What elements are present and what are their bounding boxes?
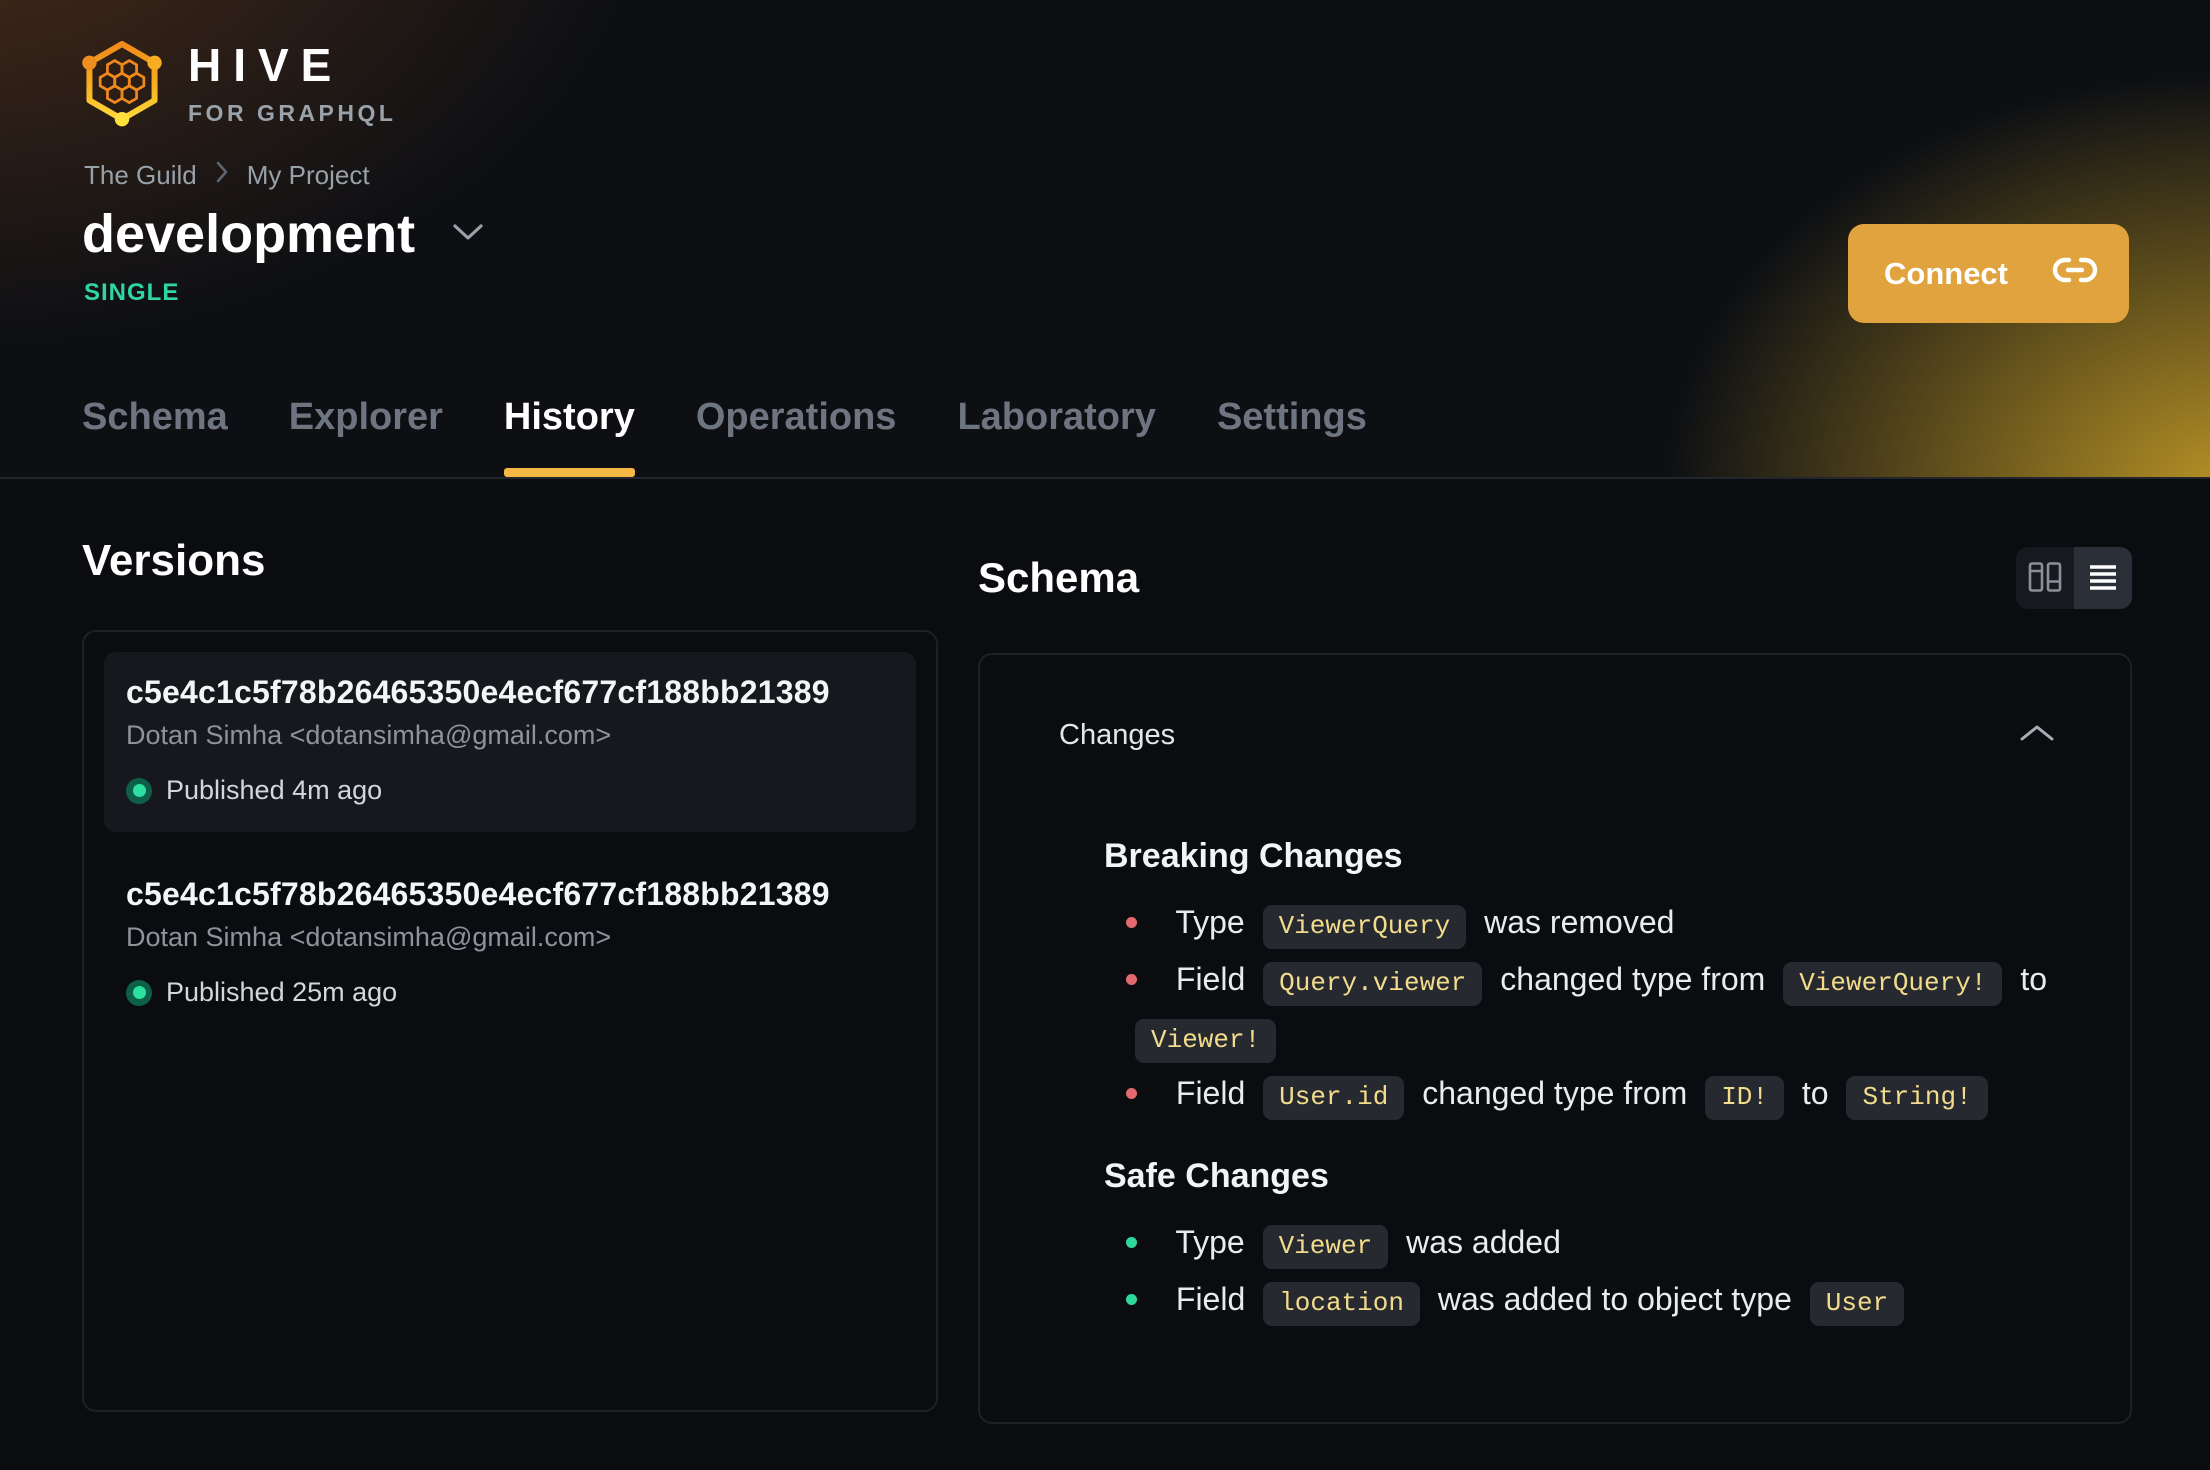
columns-view-button[interactable] xyxy=(2016,547,2074,609)
status-badge: SINGLE xyxy=(84,279,180,306)
code-chip: User xyxy=(1809,1282,1905,1326)
chevron-up-icon xyxy=(2020,723,2054,748)
tab-operations[interactable]: Operations xyxy=(696,357,897,477)
code-chip: Viewer xyxy=(1262,1225,1389,1269)
code-chip: Query.viewer xyxy=(1263,962,1483,1006)
tab-settings[interactable]: Settings xyxy=(1217,357,1367,477)
version-author: Dotan Simha <dotansimha@gmail.com> xyxy=(126,720,612,750)
connect-button[interactable]: Connect xyxy=(1848,224,2129,323)
version-author: Dotan Simha <dotansimha@gmail.com> xyxy=(126,922,612,952)
code-chip: Viewer! xyxy=(1135,1019,1277,1063)
tab-bar: Schema Explorer History Operations Laborator… xyxy=(82,357,1367,477)
breadcrumb-org[interactable]: The Guild xyxy=(84,160,197,191)
app-root: HIVE FOR GRAPHQL The Guild My Project de… xyxy=(0,0,2210,1470)
breaking-bullet-icon xyxy=(1126,974,1137,986)
change-groups: Breaking Changes Type ViewerQuery was re… xyxy=(980,836,2130,1330)
main-content: Versions c5e4c1c5f78b26465350e4ecf677cf1… xyxy=(0,479,2210,1424)
version-status: Published 25m ago xyxy=(126,977,894,1008)
tab-schema[interactable]: Schema xyxy=(82,357,228,477)
tab-history[interactable]: History xyxy=(503,357,635,477)
change-list: Type ViewerQuery was removed Field Query… xyxy=(1104,896,2074,1124)
versions-title: Versions xyxy=(82,536,266,585)
change-item: Type Viewer was added xyxy=(1126,1216,2074,1273)
change-group-title: Breaking Changes xyxy=(1104,837,1403,875)
connect-button-label: Connect xyxy=(1884,255,2008,291)
target-selector[interactable]: development xyxy=(82,202,483,266)
hive-logo[interactable]: HIVE FOR GRAPHQL xyxy=(82,36,396,133)
chevron-down-icon xyxy=(453,223,483,246)
changes-title: Changes xyxy=(1059,719,1176,751)
breadcrumb-project[interactable]: My Project xyxy=(247,160,370,191)
code-chip: User.id xyxy=(1263,1076,1405,1120)
list-view-icon xyxy=(2086,560,2120,597)
change-list: Type Viewer was added Field location was… xyxy=(1104,1216,2074,1330)
published-dot-icon xyxy=(126,979,152,1006)
breadcrumb: The Guild My Project xyxy=(84,160,370,191)
version-hash: c5e4c1c5f78b26465350e4ecf677cf188bb21389 xyxy=(126,674,830,710)
columns-view-icon xyxy=(2027,560,2063,597)
change-item: Field location was added to object type … xyxy=(1126,1273,2074,1330)
schema-section: Schema Changes Breaking Changes Type Vie… xyxy=(978,539,2132,1424)
code-chip: String! xyxy=(1846,1076,1988,1120)
schema-panel-head: Schema xyxy=(978,547,2132,609)
tab-laboratory[interactable]: Laboratory xyxy=(957,357,1155,477)
changes-accordion-header[interactable]: Changes xyxy=(980,655,2130,752)
schema-changes-panel: Changes Breaking Changes Type ViewerQuer… xyxy=(978,653,2132,1424)
version-card[interactable]: c5e4c1c5f78b26465350e4ecf677cf188bb21389… xyxy=(104,652,916,832)
version-status-text: Published 25m ago xyxy=(166,977,398,1007)
schema-title: Schema xyxy=(978,554,1140,601)
safe-bullet-icon xyxy=(1126,1237,1137,1249)
breaking-bullet-icon xyxy=(1126,1088,1137,1100)
version-status: Published 4m ago xyxy=(126,775,894,806)
hive-hexagon-icon xyxy=(82,36,162,133)
versions-panel: c5e4c1c5f78b26465350e4ecf677cf188bb21389… xyxy=(82,630,938,1412)
list-view-button[interactable] xyxy=(2074,547,2132,609)
link-icon xyxy=(2051,246,2099,302)
version-card[interactable]: c5e4c1c5f78b26465350e4ecf677cf188bb21389… xyxy=(104,854,916,1034)
header: HIVE FOR GRAPHQL The Guild My Project de… xyxy=(0,0,2210,479)
code-chip: location xyxy=(1263,1282,1420,1326)
brand-name: HIVE xyxy=(188,39,344,91)
view-toggle xyxy=(2016,547,2132,609)
published-dot-icon xyxy=(126,777,152,804)
code-chip: ViewerQuery xyxy=(1262,905,1467,949)
change-group-breaking: Breaking Changes Type ViewerQuery was re… xyxy=(1104,836,2074,1124)
versions-section: Versions c5e4c1c5f78b26465350e4ecf677cf1… xyxy=(82,539,938,1424)
brand-tagline: FOR GRAPHQL xyxy=(188,100,397,126)
change-item: Field Query.viewer changed type from Vie… xyxy=(1126,953,2074,1067)
breaking-bullet-icon xyxy=(1126,917,1137,929)
page-title: development xyxy=(82,204,416,264)
safe-bullet-icon xyxy=(1126,1294,1137,1306)
code-chip: ID! xyxy=(1705,1076,1784,1120)
change-item: Field User.id changed type from ID! to S… xyxy=(1126,1067,2074,1124)
change-item: Type ViewerQuery was removed xyxy=(1126,896,2074,953)
version-status-text: Published 4m ago xyxy=(166,775,383,805)
version-hash: c5e4c1c5f78b26465350e4ecf677cf188bb21389 xyxy=(126,876,830,912)
version-list: c5e4c1c5f78b26465350e4ecf677cf188bb21389… xyxy=(104,652,916,1034)
change-group-safe: Safe Changes Type Viewer was added Field… xyxy=(1104,1156,2074,1330)
tab-explorer[interactable]: Explorer xyxy=(289,357,443,477)
code-chip: ViewerQuery! xyxy=(1783,962,2003,1006)
breadcrumb-separator-icon xyxy=(215,160,229,191)
change-group-title: Safe Changes xyxy=(1104,1157,1329,1195)
